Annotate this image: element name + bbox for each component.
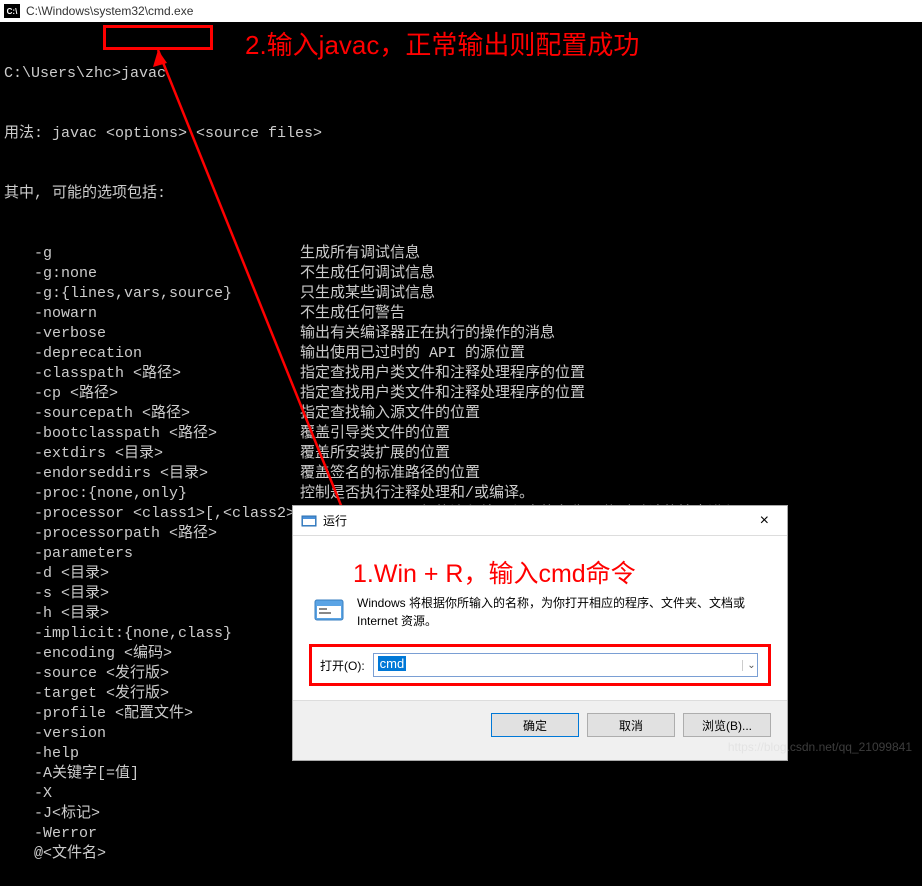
- option-flag: -proc:{none,only}: [4, 484, 187, 504]
- option-desc: 覆盖签名的标准路径的位置: [300, 464, 480, 484]
- option-flag: -s <目录>: [4, 584, 109, 604]
- option-flag: @<文件名>: [4, 844, 106, 864]
- option-desc: 不生成任何调试信息: [300, 264, 435, 284]
- option-row: -g:{lines,vars,source} 只生成某些调试信息: [4, 284, 918, 304]
- prompt-line: C:\Users\zhc>javac: [4, 64, 918, 84]
- option-desc: 输出使用已过时的 API 的源位置: [300, 344, 525, 364]
- option-row: -nowarn 不生成任何警告: [4, 304, 918, 324]
- options-heading: 其中, 可能的选项包括:: [4, 184, 918, 204]
- option-flag: -verbose: [4, 324, 106, 344]
- annotation-step2: 2.输入javac，正常输出则配置成功: [245, 25, 639, 62]
- option-flag: -bootclasspath <路径>: [4, 424, 217, 444]
- option-row: -classpath <路径> 指定查找用户类文件和注释处理程序的位置: [4, 364, 918, 384]
- option-flag: -Werror: [4, 824, 97, 844]
- close-button[interactable]: ×: [750, 510, 779, 532]
- dropdown-icon[interactable]: ⌄: [742, 660, 760, 671]
- run-dialog-icon: [301, 513, 317, 529]
- option-row: -g:none 不生成任何调试信息: [4, 264, 918, 284]
- option-desc: 生成所有调试信息: [300, 244, 420, 264]
- option-flag: -g:{lines,vars,source}: [4, 284, 232, 304]
- option-flag: -J<标记>: [4, 804, 100, 824]
- annotation-step1: 1.Win + R，输入cmd命令: [353, 554, 767, 590]
- option-flag: -implicit:{none,class}: [4, 624, 232, 644]
- run-input-field[interactable]: cmd: [373, 653, 758, 677]
- option-row: -X: [4, 784, 918, 804]
- option-row: -extdirs <目录> 覆盖所安装扩展的位置: [4, 444, 918, 464]
- option-flag: -h <目录>: [4, 604, 109, 624]
- option-desc: 只生成某些调试信息: [300, 284, 435, 304]
- option-desc: 指定查找用户类文件和注释处理程序的位置: [300, 384, 585, 404]
- open-label: 打开(O):: [320, 657, 365, 674]
- option-flag: -nowarn: [4, 304, 97, 324]
- browse-button[interactable]: 浏览(B)...: [683, 713, 771, 737]
- option-flag: -classpath <路径>: [4, 364, 181, 384]
- cmd-icon: C:\: [4, 4, 20, 18]
- option-flag: -g:none: [4, 264, 97, 284]
- option-flag: -cp <路径>: [4, 384, 118, 404]
- option-flag: -endorseddirs <目录>: [4, 464, 208, 484]
- option-row: -sourcepath <路径> 指定查找输入源文件的位置: [4, 404, 918, 424]
- cmd-title: C:\Windows\system32\cmd.exe: [26, 4, 193, 18]
- option-flag: -help: [4, 744, 79, 764]
- option-flag: -g: [4, 244, 52, 264]
- option-desc: 输出有关编译器正在执行的操作的消息: [300, 324, 555, 344]
- cancel-button[interactable]: 取消: [587, 713, 675, 737]
- option-flag: -d <目录>: [4, 564, 109, 584]
- option-row: -verbose 输出有关编译器正在执行的操作的消息: [4, 324, 918, 344]
- highlight-javac-input: [103, 25, 213, 50]
- option-flag: -profile <配置文件>: [4, 704, 193, 724]
- option-row: -proc:{none,only} 控制是否执行注释处理和/或编译。: [4, 484, 918, 504]
- option-flag: -target <发行版>: [4, 684, 169, 704]
- option-row: -A关键字[=值]: [4, 764, 918, 784]
- run-dialog-title: 运行: [323, 512, 347, 529]
- option-flag: -deprecation: [4, 344, 142, 364]
- option-row: -J<标记>: [4, 804, 918, 824]
- run-program-icon: [313, 594, 345, 626]
- option-flag: -encoding <编码>: [4, 644, 172, 664]
- run-input-value: cmd: [378, 656, 407, 671]
- usage-line: 用法: javac <options> <source files>: [4, 124, 918, 144]
- option-flag: -version: [4, 724, 106, 744]
- option-row: -cp <路径> 指定查找用户类文件和注释处理程序的位置: [4, 384, 918, 404]
- cmd-titlebar: C:\ C:\Windows\system32\cmd.exe: [0, 0, 922, 22]
- option-flag: -A关键字[=值]: [4, 764, 139, 784]
- option-desc: 覆盖引导类文件的位置: [300, 424, 450, 444]
- option-row: -bootclasspath <路径> 覆盖引导类文件的位置: [4, 424, 918, 444]
- highlight-run-input: 打开(O): cmd ⌄: [309, 644, 771, 686]
- option-row: -endorseddirs <目录> 覆盖签名的标准路径的位置: [4, 464, 918, 484]
- option-row: -Werror: [4, 824, 918, 844]
- option-row: @<文件名>: [4, 844, 918, 864]
- option-desc: 指定查找用户类文件和注释处理程序的位置: [300, 364, 585, 384]
- run-dialog: 运行 × 1.Win + R，输入cmd命令 Windows 将根据你所输入的名…: [292, 505, 788, 761]
- option-row: -g 生成所有调试信息: [4, 244, 918, 264]
- option-flag: -extdirs <目录>: [4, 444, 163, 464]
- option-flag: -source <发行版>: [4, 664, 169, 684]
- ok-button[interactable]: 确定: [491, 713, 579, 737]
- option-flag: -X: [4, 784, 52, 804]
- option-desc: 覆盖所安装扩展的位置: [300, 444, 450, 464]
- run-dialog-titlebar: 运行 ×: [293, 506, 787, 536]
- run-dialog-description: Windows 将根据你所输入的名称，为你打开相应的程序、文件夹、文档或 Int…: [357, 594, 767, 630]
- option-flag: -parameters: [4, 544, 133, 564]
- option-desc: 指定查找输入源文件的位置: [300, 404, 480, 424]
- run-dialog-footer: 确定 取消 浏览(B)...: [293, 700, 787, 749]
- option-row: -deprecation 输出使用已过时的 API 的源位置: [4, 344, 918, 364]
- option-desc: 控制是否执行注释处理和/或编译。: [300, 484, 534, 504]
- option-flag: -sourcepath <路径>: [4, 404, 190, 424]
- option-flag: -processorpath <路径>: [4, 524, 217, 544]
- option-desc: 不生成任何警告: [300, 304, 405, 324]
- watermark: https://blog.csdn.net/qq_21099841: [728, 740, 912, 754]
